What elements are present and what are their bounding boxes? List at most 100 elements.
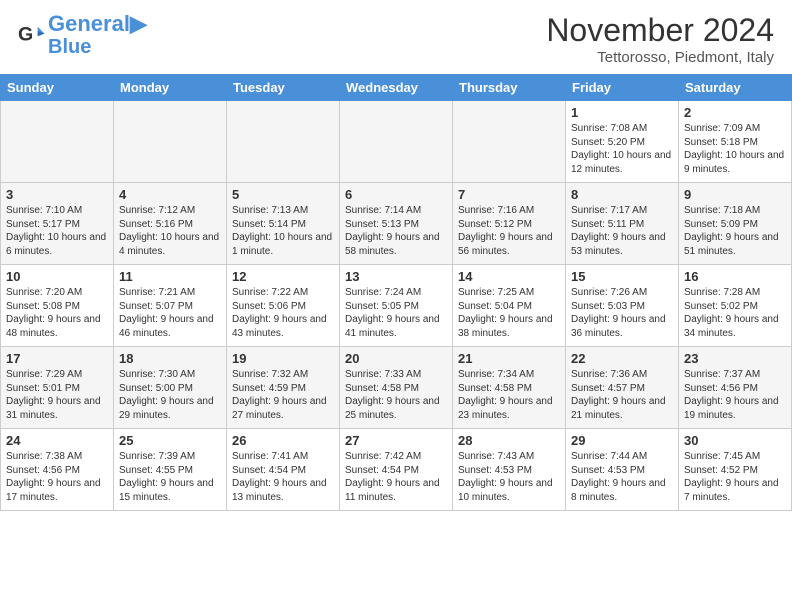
day-number: 11 xyxy=(119,269,221,284)
calendar-cell: 9 Sunrise: 7:18 AM Sunset: 5:09 PM Daylig… xyxy=(679,183,792,265)
day-info: Sunrise: 7:34 AM Sunset: 4:58 PM Dayligh… xyxy=(458,368,560,422)
day-number: 20 xyxy=(345,351,447,366)
day-info: Sunrise: 7:13 AM Sunset: 5:14 PM Dayligh… xyxy=(232,204,334,258)
day-number: 29 xyxy=(571,433,673,448)
calendar-cell: 16Sunrise: 7:28 AM Sunset: 5:02 PM Dayli… xyxy=(679,265,792,347)
week-row-2: 3 Sunrise: 7:10 AM Sunset: 5:17 PM Daylig… xyxy=(1,183,792,265)
day-number: 6 xyxy=(345,187,447,202)
column-header-monday: Monday xyxy=(114,75,227,101)
day-number: 21 xyxy=(458,351,560,366)
day-info: Sunrise: 7:18 AM Sunset: 5:09 PM Dayligh… xyxy=(684,204,786,258)
calendar-cell: 2 Sunrise: 7:09 AM Sunset: 5:18 PM Daylig… xyxy=(679,101,792,183)
day-info: Sunrise: 7:25 AM Sunset: 5:04 PM Dayligh… xyxy=(458,286,560,340)
day-info: Sunrise: 7:20 AM Sunset: 5:08 PM Dayligh… xyxy=(6,286,108,340)
day-number: 10 xyxy=(6,269,108,284)
logo-blue-text: Blue xyxy=(48,36,147,58)
calendar-cell: 8Sunrise: 7:17 AM Sunset: 5:11 PM Daylig… xyxy=(566,183,679,265)
day-number: 22 xyxy=(571,351,673,366)
calendar-cell: 21 Sunrise: 7:34 AM Sunset: 4:58 PM Dayli… xyxy=(453,347,566,429)
calendar-cell: 22 Sunrise: 7:36 AM Sunset: 4:57 PM Dayli… xyxy=(566,347,679,429)
day-number: 9 xyxy=(684,187,786,202)
calendar-cell: 7 Sunrise: 7:16 AM Sunset: 5:12 PM Daylig… xyxy=(453,183,566,265)
week-row-4: 17 Sunrise: 7:29 AM Sunset: 5:01 PM Dayli… xyxy=(1,347,792,429)
day-info: Sunrise: 7:16 AM Sunset: 5:12 PM Dayligh… xyxy=(458,204,560,258)
calendar-cell: 6 Sunrise: 7:14 AM Sunset: 5:13 PM Daylig… xyxy=(340,183,453,265)
day-number: 26 xyxy=(232,433,334,448)
day-info: Sunrise: 7:36 AM Sunset: 4:57 PM Dayligh… xyxy=(571,368,673,422)
day-number: 25 xyxy=(119,433,221,448)
day-info: Sunrise: 7:08 AM Sunset: 5:20 PM Dayligh… xyxy=(571,122,673,176)
calendar-cell: 28 Sunrise: 7:43 AM Sunset: 4:53 PM Dayli… xyxy=(453,429,566,511)
column-header-tuesday: Tuesday xyxy=(227,75,340,101)
calendar-cell: 11 Sunrise: 7:21 AM Sunset: 5:07 PM Dayli… xyxy=(114,265,227,347)
day-info: Sunrise: 7:09 AM Sunset: 5:18 PM Dayligh… xyxy=(684,122,786,176)
column-header-sunday: Sunday xyxy=(1,75,114,101)
day-info: Sunrise: 7:10 AM Sunset: 5:17 PM Dayligh… xyxy=(6,204,108,258)
calendar-cell: 26 Sunrise: 7:41 AM Sunset: 4:54 PM Dayli… xyxy=(227,429,340,511)
calendar-cell: 18Sunrise: 7:30 AM Sunset: 5:00 PM Dayli… xyxy=(114,347,227,429)
column-header-wednesday: Wednesday xyxy=(340,75,453,101)
calendar-cell xyxy=(340,101,453,183)
calendar-cell: 10 Sunrise: 7:20 AM Sunset: 5:08 PM Dayli… xyxy=(1,265,114,347)
column-header-saturday: Saturday xyxy=(679,75,792,101)
calendar-cell: 5 Sunrise: 7:13 AM Sunset: 5:14 PM Daylig… xyxy=(227,183,340,265)
day-info: Sunrise: 7:30 AM Sunset: 5:00 PM Dayligh… xyxy=(119,368,221,422)
logo-blue: ▶ xyxy=(130,11,147,36)
svg-text:G: G xyxy=(18,24,33,46)
calendar-cell: 1 Sunrise: 7:08 AM Sunset: 5:20 PM Daylig… xyxy=(566,101,679,183)
day-info: Sunrise: 7:28 AM Sunset: 5:02 PM Dayligh… xyxy=(684,286,786,340)
column-header-thursday: Thursday xyxy=(453,75,566,101)
day-number: 30 xyxy=(684,433,786,448)
calendar-cell: 30 Sunrise: 7:45 AM Sunset: 4:52 PM Dayli… xyxy=(679,429,792,511)
day-number: 28 xyxy=(458,433,560,448)
calendar-cell: 14 Sunrise: 7:25 AM Sunset: 5:04 PM Dayli… xyxy=(453,265,566,347)
day-info: Sunrise: 7:45 AM Sunset: 4:52 PM Dayligh… xyxy=(684,450,786,504)
day-number: 4 xyxy=(119,187,221,202)
day-info: Sunrise: 7:14 AM Sunset: 5:13 PM Dayligh… xyxy=(345,204,447,258)
day-info: Sunrise: 7:37 AM Sunset: 4:56 PM Dayligh… xyxy=(684,368,786,422)
day-info: Sunrise: 7:21 AM Sunset: 5:07 PM Dayligh… xyxy=(119,286,221,340)
logo-text: General▶ Blue xyxy=(48,12,147,58)
day-number: 17 xyxy=(6,351,108,366)
calendar-cell: 3 Sunrise: 7:10 AM Sunset: 5:17 PM Daylig… xyxy=(1,183,114,265)
logo: G General▶ Blue xyxy=(18,12,147,58)
day-number: 13 xyxy=(345,269,447,284)
calendar-cell xyxy=(114,101,227,183)
day-number: 1 xyxy=(571,105,673,120)
calendar-cell: 24 Sunrise: 7:38 AM Sunset: 4:56 PM Dayli… xyxy=(1,429,114,511)
day-info: Sunrise: 7:33 AM Sunset: 4:58 PM Dayligh… xyxy=(345,368,447,422)
day-info: Sunrise: 7:17 AM Sunset: 5:11 PM Dayligh… xyxy=(571,204,673,258)
title-block: November 2024 Tettorosso, Piedmont, Ital… xyxy=(546,12,774,66)
calendar-cell xyxy=(227,101,340,183)
day-number: 27 xyxy=(345,433,447,448)
day-number: 24 xyxy=(6,433,108,448)
day-info: Sunrise: 7:39 AM Sunset: 4:55 PM Dayligh… xyxy=(119,450,221,504)
day-info: Sunrise: 7:41 AM Sunset: 4:54 PM Dayligh… xyxy=(232,450,334,504)
day-info: Sunrise: 7:26 AM Sunset: 5:03 PM Dayligh… xyxy=(571,286,673,340)
day-info: Sunrise: 7:38 AM Sunset: 4:56 PM Dayligh… xyxy=(6,450,108,504)
calendar-cell: 15Sunrise: 7:26 AM Sunset: 5:03 PM Dayli… xyxy=(566,265,679,347)
calendar-cell: 13 Sunrise: 7:24 AM Sunset: 5:05 PM Dayli… xyxy=(340,265,453,347)
page-header: G General▶ Blue November 2024 Tettorosso… xyxy=(0,0,792,74)
calendar-cell: 12Sunrise: 7:22 AM Sunset: 5:06 PM Dayli… xyxy=(227,265,340,347)
day-info: Sunrise: 7:29 AM Sunset: 5:01 PM Dayligh… xyxy=(6,368,108,422)
location: Tettorosso, Piedmont, Italy xyxy=(546,49,774,66)
logo-general: General xyxy=(48,11,130,36)
day-number: 3 xyxy=(6,187,108,202)
day-number: 5 xyxy=(232,187,334,202)
day-number: 2 xyxy=(684,105,786,120)
calendar-cell: 29 Sunrise: 7:44 AM Sunset: 4:53 PM Dayli… xyxy=(566,429,679,511)
day-info: Sunrise: 7:43 AM Sunset: 4:53 PM Dayligh… xyxy=(458,450,560,504)
day-info: Sunrise: 7:22 AM Sunset: 5:06 PM Dayligh… xyxy=(232,286,334,340)
calendar-cell: 20 Sunrise: 7:33 AM Sunset: 4:58 PM Dayli… xyxy=(340,347,453,429)
calendar-cell: 25 Sunrise: 7:39 AM Sunset: 4:55 PM Dayli… xyxy=(114,429,227,511)
day-info: Sunrise: 7:24 AM Sunset: 5:05 PM Dayligh… xyxy=(345,286,447,340)
calendar-cell: 23Sunrise: 7:37 AM Sunset: 4:56 PM Dayli… xyxy=(679,347,792,429)
day-number: 7 xyxy=(458,187,560,202)
day-info: Sunrise: 7:44 AM Sunset: 4:53 PM Dayligh… xyxy=(571,450,673,504)
day-number: 14 xyxy=(458,269,560,284)
calendar-cell: 27Sunrise: 7:42 AM Sunset: 4:54 PM Dayli… xyxy=(340,429,453,511)
day-info: Sunrise: 7:12 AM Sunset: 5:16 PM Dayligh… xyxy=(119,204,221,258)
day-number: 19 xyxy=(232,351,334,366)
calendar-cell: 19Sunrise: 7:32 AM Sunset: 4:59 PM Dayli… xyxy=(227,347,340,429)
